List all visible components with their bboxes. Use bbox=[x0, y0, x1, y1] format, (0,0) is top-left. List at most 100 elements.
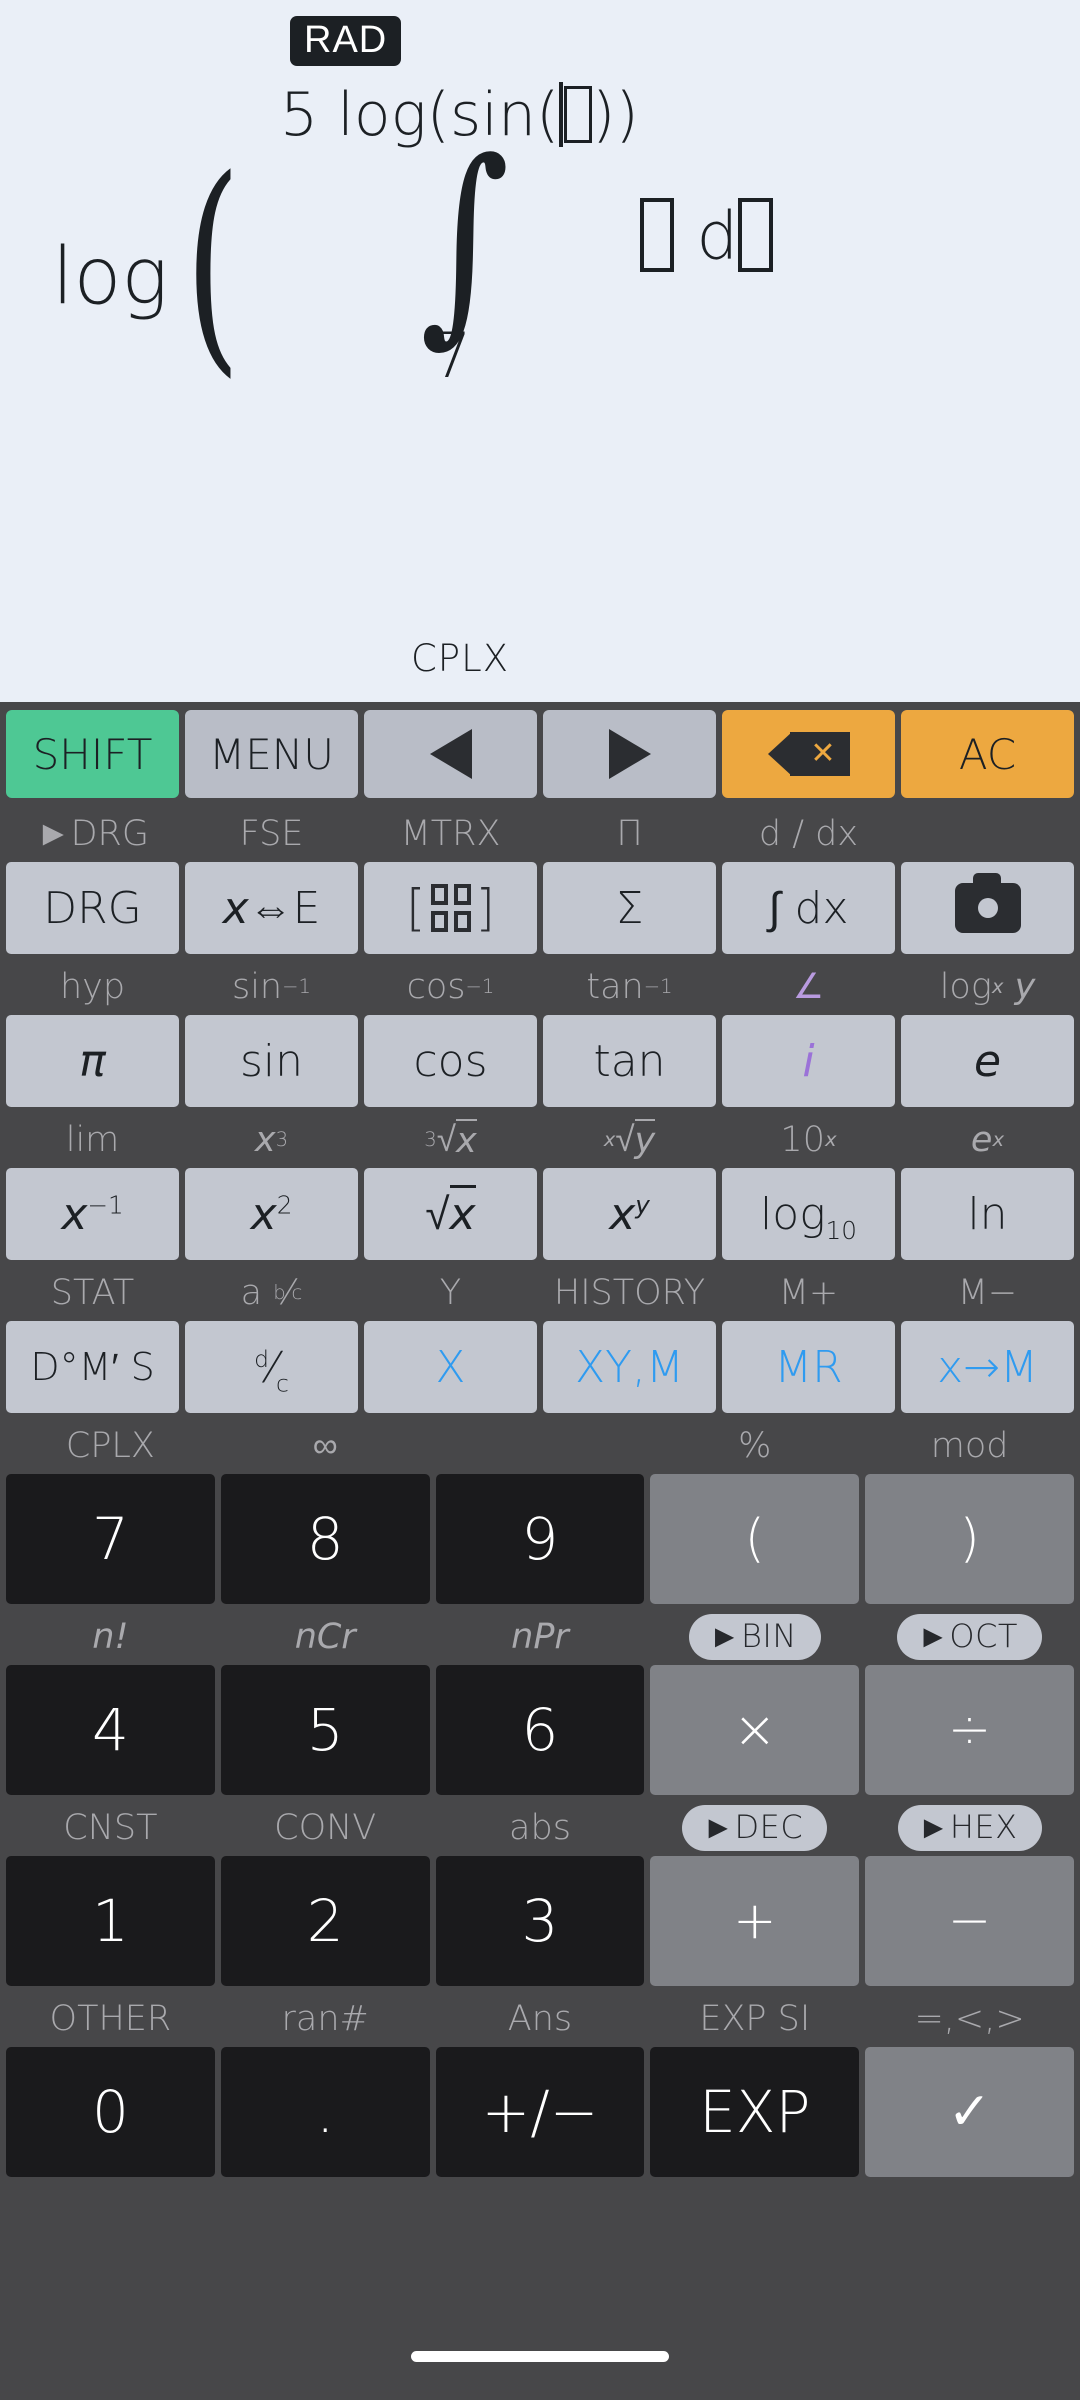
secondary-label-pi-product[interactable]: Π bbox=[543, 806, 716, 862]
sign-toggle-button[interactable]: +/− bbox=[435, 2047, 645, 2177]
digit-5-button[interactable]: 5 bbox=[220, 1665, 430, 1795]
imaginary-unit-button[interactable]: i bbox=[722, 1015, 895, 1107]
to-binary-badge[interactable]: ►BIN bbox=[688, 1614, 821, 1660]
secondary-label-arctan[interactable]: tan −1 bbox=[543, 959, 716, 1015]
secondary-label-mtrx[interactable]: MTRX bbox=[364, 806, 537, 862]
cursor-left-button[interactable] bbox=[364, 710, 537, 798]
secondary-label-var-y[interactable]: Y bbox=[364, 1265, 537, 1321]
secondary-label-angle[interactable]: ∠ bbox=[722, 959, 895, 1015]
secondary-label-random[interactable]: ran# bbox=[221, 1991, 430, 2047]
euler-number-button[interactable]: e bbox=[901, 1015, 1074, 1107]
secondary-label-npr[interactable]: nPr bbox=[436, 1609, 645, 1665]
secondary-label-cplx[interactable]: CPLX bbox=[6, 1418, 215, 1474]
digit-0-button[interactable]: 0 bbox=[6, 2047, 215, 2177]
secondary-label-e-power-x[interactable]: ex bbox=[901, 1112, 1074, 1168]
calculator-display[interactable]: RAD log ( 5 log(sin()) ∫ 7 d CPLX bbox=[0, 0, 1080, 702]
secondary-label-memory-plus[interactable]: M+ bbox=[722, 1265, 895, 1321]
integrand-placeholder-box[interactable] bbox=[640, 198, 675, 272]
secondary-label-factorial[interactable]: n! bbox=[6, 1609, 215, 1665]
digit-9-button[interactable]: 9 bbox=[435, 1474, 645, 1604]
power-button[interactable]: xy bbox=[543, 1168, 716, 1260]
equals-button[interactable]: ✓ bbox=[865, 2047, 1074, 2177]
tan-button[interactable]: tan bbox=[543, 1015, 716, 1107]
digit-6-button[interactable]: 6 bbox=[435, 1665, 645, 1795]
x-to-e-button[interactable]: x ⇔ E bbox=[185, 862, 358, 954]
secondary-label-history[interactable]: HISTORY bbox=[543, 1265, 716, 1321]
secondary-label-fse[interactable]: FSE bbox=[185, 806, 358, 862]
summation-button[interactable]: Σ bbox=[543, 862, 716, 954]
drg-button[interactable]: DRG bbox=[6, 862, 179, 954]
xy-memory-button[interactable]: XY,M bbox=[543, 1321, 716, 1413]
secondary-label-cube-root[interactable]: 3 √ x bbox=[364, 1112, 537, 1168]
camera-button[interactable] bbox=[901, 862, 1074, 954]
plus-button[interactable]: + bbox=[650, 1856, 860, 1986]
secondary-label-ten-power-x[interactable]: 10 x bbox=[722, 1112, 895, 1168]
secondary-label-constants[interactable]: CNST bbox=[6, 1800, 215, 1856]
close-paren-button[interactable]: ) bbox=[865, 1474, 1074, 1604]
square-button[interactable]: x2 bbox=[185, 1168, 358, 1260]
secondary-label-abs[interactable]: abs bbox=[436, 1800, 645, 1856]
menu-button[interactable]: MENU bbox=[185, 710, 358, 798]
secondary-label-derivative[interactable]: d / dx bbox=[722, 806, 895, 862]
multiply-button[interactable]: × bbox=[650, 1665, 860, 1795]
secondary-label-mod[interactable]: mod bbox=[865, 1418, 1074, 1474]
digit-3-button[interactable]: 3 bbox=[435, 1856, 645, 1986]
cos-button[interactable]: cos bbox=[364, 1015, 537, 1107]
secondary-label-other[interactable]: OTHER bbox=[6, 1991, 215, 2047]
secondary-label-conversions[interactable]: CONV bbox=[221, 1800, 430, 1856]
variable-x-button[interactable]: X bbox=[364, 1321, 537, 1413]
fraction-button[interactable]: d⁄c bbox=[185, 1321, 358, 1413]
secondary-label-hyp[interactable]: hyp bbox=[6, 959, 179, 1015]
integral-lower-limit[interactable]: 7 bbox=[432, 325, 471, 387]
digit-4-button[interactable]: 4 bbox=[6, 1665, 215, 1795]
integrand-expression[interactable]: d bbox=[640, 198, 773, 272]
matrix-button[interactable]: [ ] bbox=[364, 862, 537, 954]
expression-area[interactable]: log ( 5 log(sin()) ∫ 7 d bbox=[0, 70, 1080, 387]
secondary-label-ans[interactable]: Ans bbox=[436, 1991, 645, 2047]
secondary-label-percent[interactable]: % bbox=[650, 1418, 859, 1474]
decimal-point-button[interactable]: . bbox=[220, 2047, 430, 2177]
secondary-label-memory-minus[interactable]: M− bbox=[901, 1265, 1074, 1321]
empty-placeholder-box[interactable] bbox=[564, 85, 592, 143]
secondary-label-nth-root[interactable]: x √ y bbox=[543, 1112, 716, 1168]
secondary-label-drg[interactable]: ►DRG bbox=[6, 806, 179, 862]
minus-button[interactable]: − bbox=[865, 1856, 1074, 1986]
secondary-label-mixed-fraction[interactable]: a b ⁄ c bbox=[185, 1265, 358, 1321]
cursor-right-button[interactable] bbox=[543, 710, 716, 798]
home-indicator[interactable] bbox=[411, 2350, 669, 2362]
log10-button[interactable]: log10 bbox=[722, 1168, 895, 1260]
secondary-label-stat[interactable]: STAT bbox=[6, 1265, 179, 1321]
sin-button[interactable]: sin bbox=[185, 1015, 358, 1107]
digit-2-button[interactable]: 2 bbox=[220, 1856, 430, 1986]
shift-button[interactable]: SHIFT bbox=[6, 710, 179, 798]
secondary-label-ncr[interactable]: nCr bbox=[221, 1609, 430, 1665]
digit-8-button[interactable]: 8 bbox=[220, 1474, 430, 1604]
digit-1-button[interactable]: 1 bbox=[6, 1856, 215, 1986]
secondary-label-infinity[interactable]: ∞ bbox=[221, 1418, 430, 1474]
variable-placeholder-box[interactable] bbox=[738, 198, 773, 272]
all-clear-button[interactable]: AC bbox=[901, 710, 1074, 798]
degrees-minutes-seconds-button[interactable]: D°M′ S bbox=[6, 1321, 179, 1413]
integral-button[interactable]: ∫ dx bbox=[722, 862, 895, 954]
to-hex-badge[interactable]: ►HEX bbox=[897, 1805, 1042, 1851]
to-octal-badge[interactable]: ►OCT bbox=[897, 1614, 1042, 1660]
reciprocal-button[interactable]: x−1 bbox=[6, 1168, 179, 1260]
pi-button[interactable]: π bbox=[6, 1015, 179, 1107]
secondary-label-lim[interactable]: lim bbox=[6, 1112, 179, 1168]
divide-button[interactable]: ÷ bbox=[865, 1665, 1074, 1795]
secondary-label-exp-si[interactable]: EXP SI bbox=[650, 1991, 859, 2047]
to-decimal-badge[interactable]: ►DEC bbox=[682, 1805, 828, 1851]
digit-7-button[interactable]: 7 bbox=[6, 1474, 215, 1604]
square-root-button[interactable]: √x bbox=[364, 1168, 537, 1260]
secondary-label-arcsin[interactable]: sin −1 bbox=[185, 959, 358, 1015]
secondary-label-comparisons[interactable]: =,<,> bbox=[865, 1991, 1074, 2047]
secondary-label-log-base-x[interactable]: log x y bbox=[901, 959, 1074, 1015]
natural-log-button[interactable]: ln bbox=[901, 1168, 1074, 1260]
secondary-label-cube[interactable]: x3 bbox=[185, 1112, 358, 1168]
exponent-button[interactable]: EXP bbox=[650, 2047, 860, 2177]
store-to-memory-button[interactable]: x→M bbox=[901, 1321, 1074, 1413]
secondary-label-arccos[interactable]: cos −1 bbox=[364, 959, 537, 1015]
open-paren-button[interactable]: ( bbox=[650, 1474, 860, 1604]
backspace-button[interactable]: ✕ bbox=[722, 710, 895, 798]
memory-recall-button[interactable]: MR bbox=[722, 1321, 895, 1413]
